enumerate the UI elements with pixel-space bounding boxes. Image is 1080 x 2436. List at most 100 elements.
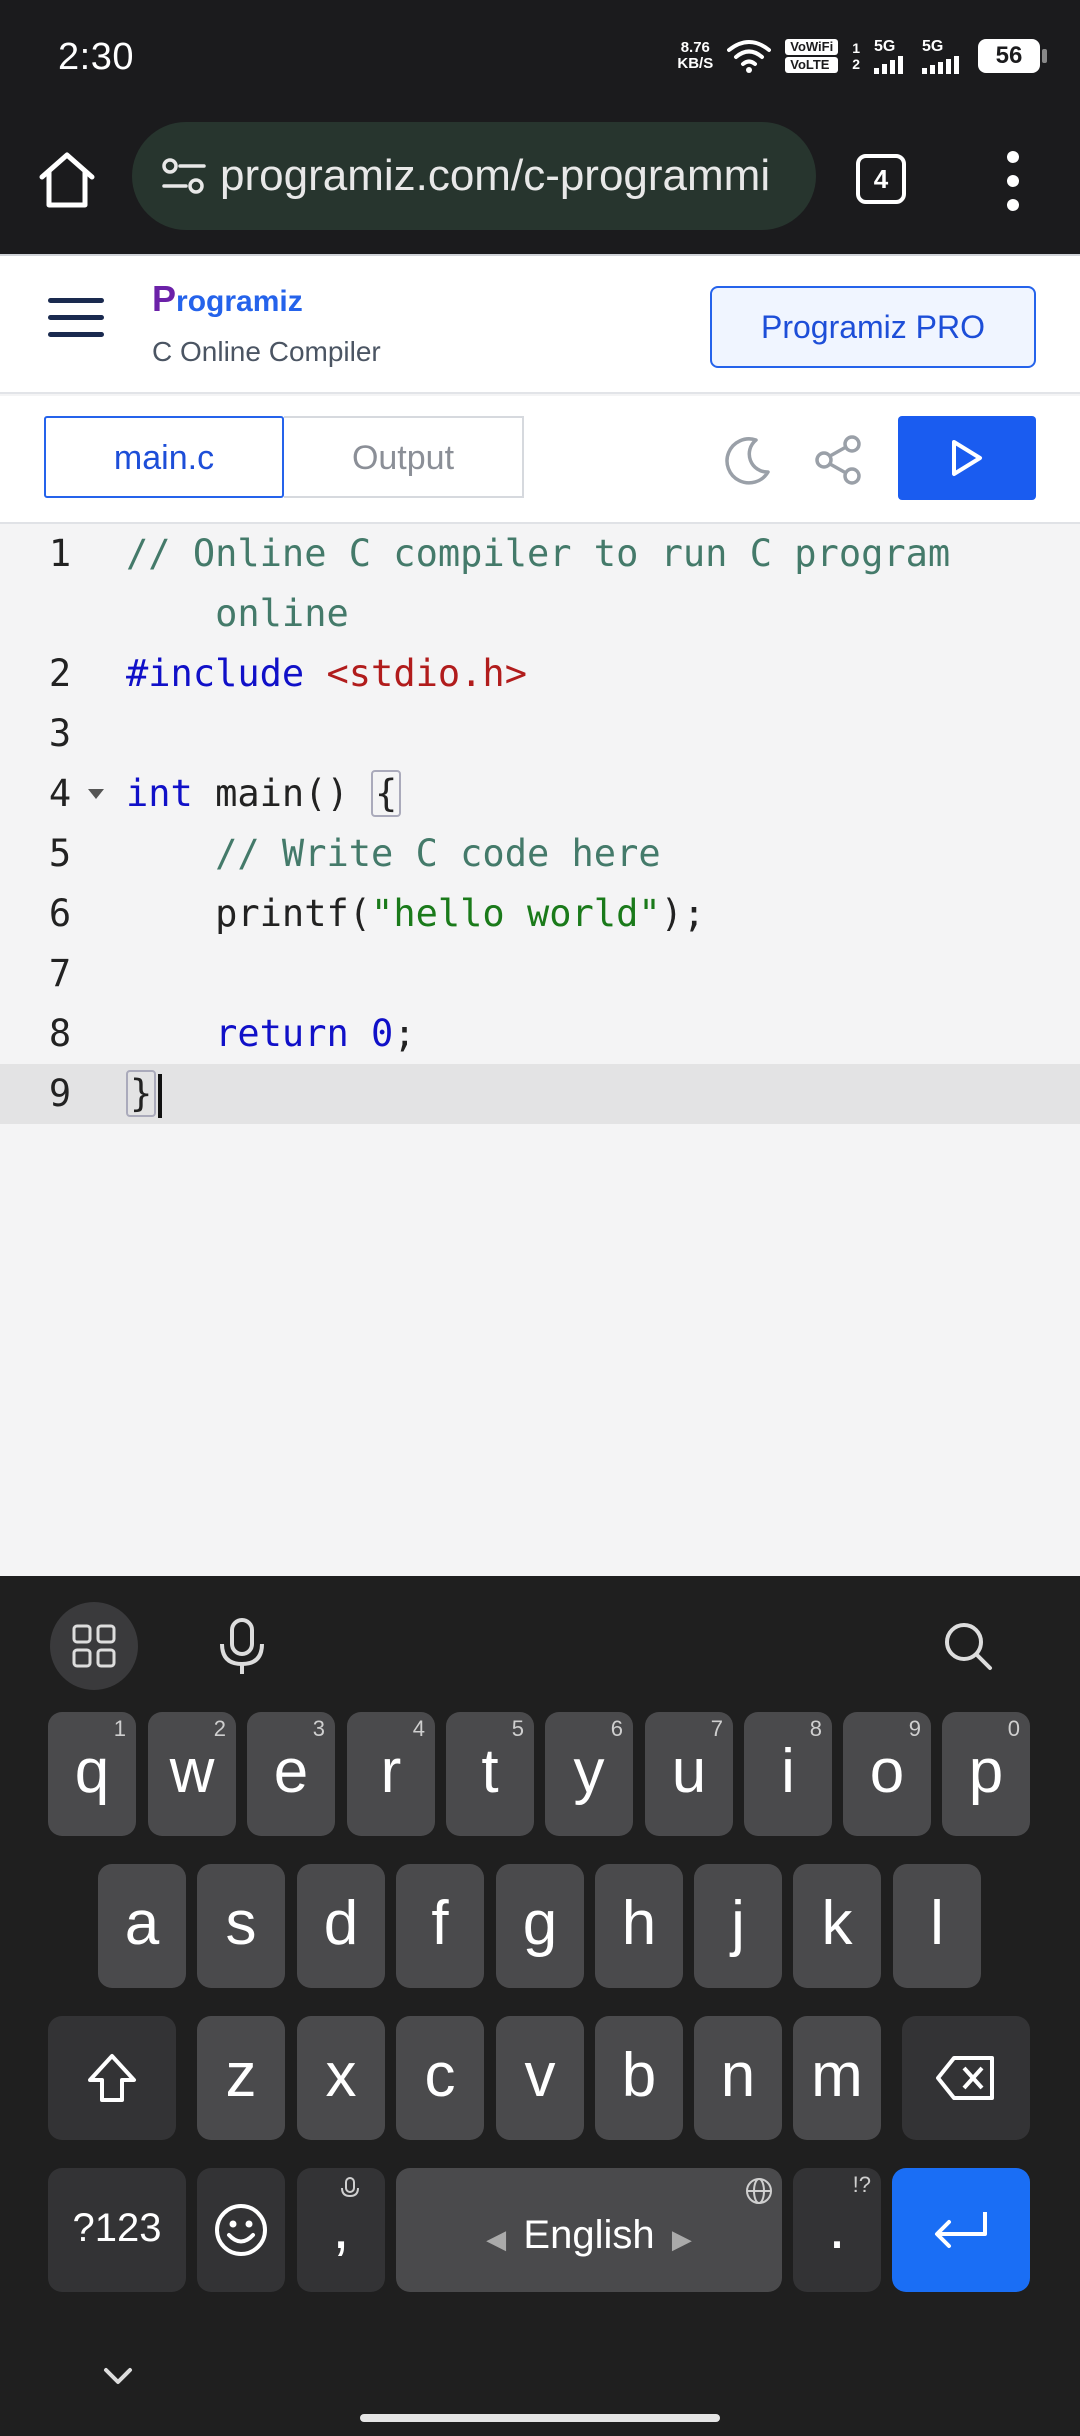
- key-label: u: [671, 1737, 707, 1806]
- code-text: online: [126, 592, 349, 635]
- matching-brace: }: [126, 1070, 157, 1117]
- key-hint: 0: [1007, 1716, 1020, 1741]
- soft-keyboard: 1q 2w 3e 4r 5t 6y 7u 8i 9o 0p a s d f g …: [0, 1576, 1080, 2436]
- gesture-nav-handle[interactable]: [360, 2414, 720, 2422]
- code-editor[interactable]: 1 // Online C compiler to run C program …: [0, 524, 1080, 1576]
- chevron-right-icon: ▶: [671, 2224, 692, 2254]
- code-token-function: main(): [192, 772, 372, 815]
- code-text: // Online C compiler to run C program: [126, 532, 951, 575]
- key-h[interactable]: h: [595, 1864, 683, 1988]
- key-a[interactable]: a: [98, 1864, 186, 1988]
- signal-bars-icon: [874, 56, 903, 74]
- share-icon[interactable]: [812, 434, 864, 486]
- key-f[interactable]: f: [396, 1864, 484, 1988]
- backspace-key[interactable]: [902, 2016, 1030, 2140]
- enter-key[interactable]: [892, 2168, 1030, 2292]
- keyboard-toolbar: [0, 1576, 1080, 1706]
- chevron-down-icon[interactable]: [98, 2362, 138, 2392]
- grid-icon: [72, 1624, 116, 1668]
- key-w[interactable]: 2w: [148, 1712, 236, 1836]
- signal-1: 5G: [874, 38, 908, 74]
- overflow-menu-icon[interactable]: [998, 148, 1028, 214]
- url-text: programiz.com/c-programmi: [220, 151, 771, 200]
- signal-bars-icon: [922, 56, 959, 74]
- code-text: printf("hello world");: [126, 884, 705, 944]
- key-r[interactable]: 4r: [347, 1712, 435, 1836]
- key-label: .: [828, 2193, 846, 2262]
- key-hint: 4: [412, 1716, 425, 1741]
- key-u[interactable]: 7u: [645, 1712, 733, 1836]
- code-line: 5 // Write C code here: [0, 824, 1080, 884]
- emoji-key[interactable]: [197, 2168, 285, 2292]
- line-number: 3: [48, 712, 72, 755]
- volte-badge: VoWiFi VoLTE: [785, 39, 839, 73]
- key-i[interactable]: 8i: [744, 1712, 832, 1836]
- key-hint: !?: [852, 2172, 871, 2197]
- page-subtitle: C Online Compiler: [152, 336, 381, 367]
- code-text: }: [126, 1064, 163, 1124]
- dark-mode-icon[interactable]: [722, 434, 774, 486]
- code-line: 6 printf("hello world");: [0, 884, 1080, 944]
- space-language-label: English: [523, 2213, 655, 2257]
- key-v[interactable]: v: [496, 2016, 584, 2140]
- home-icon[interactable]: [30, 143, 104, 217]
- search-icon[interactable]: [940, 1618, 996, 1674]
- key-d[interactable]: d: [297, 1864, 385, 1988]
- run-button[interactable]: [898, 416, 1036, 500]
- address-bar[interactable]: programiz.com/c-programmi: [132, 122, 816, 230]
- key-label: e: [273, 1737, 309, 1806]
- space-bar[interactable]: ◀ English ▶: [396, 2168, 782, 2292]
- fold-arrow-icon[interactable]: [88, 789, 104, 799]
- code-token-number: 0: [348, 1012, 394, 1055]
- key-j[interactable]: j: [694, 1864, 782, 1988]
- key-q[interactable]: 1q: [48, 1712, 136, 1836]
- status-time: 2:30: [58, 36, 134, 78]
- key-label: y: [573, 1737, 605, 1806]
- line-number: 1: [48, 532, 72, 575]
- key-e[interactable]: 3e: [247, 1712, 335, 1836]
- period-key[interactable]: !? .: [793, 2168, 881, 2292]
- site-settings-icon[interactable]: [162, 156, 206, 196]
- comma-key[interactable]: ,: [297, 2168, 385, 2292]
- key-b[interactable]: b: [595, 2016, 683, 2140]
- code-token-string: "hello world": [371, 892, 661, 935]
- code-line: 8 return 0;: [0, 1004, 1080, 1064]
- microphone-icon[interactable]: [214, 1616, 270, 1676]
- tab-output[interactable]: Output: [284, 416, 524, 498]
- code-line: 1 // Online C compiler to run C program: [0, 524, 1080, 584]
- programiz-logo[interactable]: Programiz: [152, 278, 303, 320]
- wifi-icon: [727, 40, 772, 73]
- site-header: Programiz C Online Compiler Programiz PR…: [0, 254, 1080, 394]
- keyboard-menu-button[interactable]: [50, 1602, 138, 1690]
- key-m[interactable]: m: [793, 2016, 881, 2140]
- key-o[interactable]: 9o: [843, 1712, 931, 1836]
- key-x[interactable]: x: [297, 2016, 385, 2140]
- key-c[interactable]: c: [396, 2016, 484, 2140]
- shift-key[interactable]: [48, 2016, 176, 2140]
- key-hint: 5: [511, 1716, 524, 1741]
- key-hint: 8: [809, 1716, 822, 1741]
- status-bar: 2:30 8.76 KB/S VoWiFi VoLTE 1 2 5G 5G 56: [0, 0, 1080, 118]
- key-label: q: [74, 1737, 110, 1806]
- key-p[interactable]: 0p: [942, 1712, 1030, 1836]
- key-l[interactable]: l: [893, 1864, 981, 1988]
- programiz-pro-button[interactable]: Programiz PRO: [710, 286, 1036, 368]
- symbols-key[interactable]: ?123: [48, 2168, 186, 2292]
- code-text: return 0;: [126, 1004, 416, 1064]
- key-n[interactable]: n: [694, 2016, 782, 2140]
- tab-switcher-button[interactable]: 4: [856, 154, 906, 204]
- tab-main-c[interactable]: main.c: [44, 416, 284, 498]
- key-k[interactable]: k: [793, 1864, 881, 1988]
- key-y[interactable]: 6y: [545, 1712, 633, 1836]
- key-g[interactable]: g: [496, 1864, 584, 1988]
- logo-mark: P: [152, 278, 177, 319]
- hamburger-menu-icon[interactable]: [48, 298, 104, 338]
- key-t[interactable]: 5t: [446, 1712, 534, 1836]
- key-z[interactable]: z: [197, 2016, 285, 2140]
- key-hint: 2: [213, 1716, 226, 1741]
- key-label: p: [968, 1737, 1004, 1806]
- network-type-2: 5G: [922, 38, 944, 55]
- key-s[interactable]: s: [197, 1864, 285, 1988]
- volte-label: VoLTE: [785, 57, 839, 73]
- code-line: 4 int main() {: [0, 764, 1080, 824]
